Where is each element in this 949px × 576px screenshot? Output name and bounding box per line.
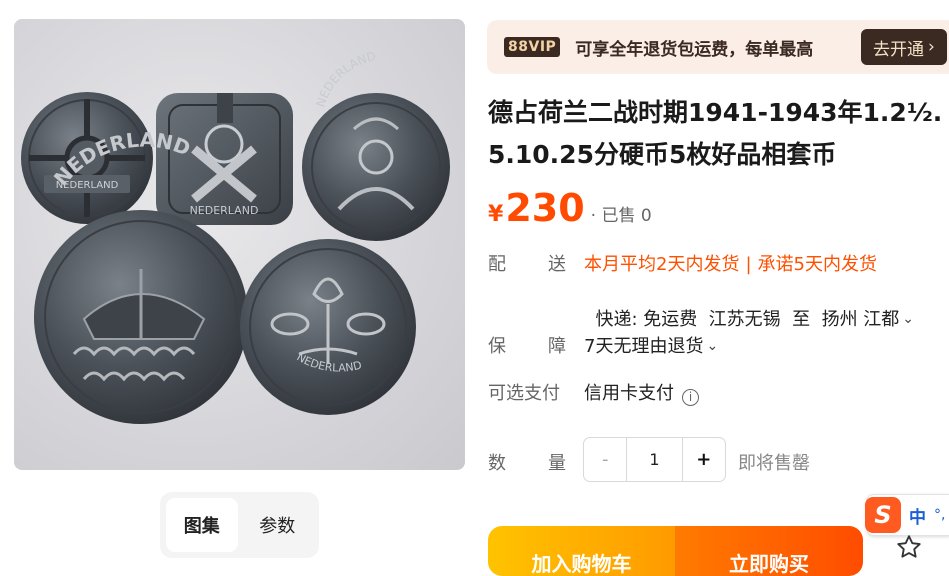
quantity-increment-button[interactable]: +: [683, 438, 725, 481]
shipping-promise-commit: 承诺5天内发货: [757, 254, 877, 275]
shipping-label: 配 送: [488, 250, 566, 276]
quantity-stepper: - 1 +: [583, 437, 726, 482]
ime-logo-icon: S: [865, 497, 901, 533]
currency-symbol: ¥: [488, 202, 504, 227]
coin-5-twenty-five-cent: NEDERLAND: [240, 239, 416, 415]
purchase-actions: 加入购物车 立即购买: [488, 526, 863, 576]
price-row: ¥ 230 · 已售 0: [488, 186, 652, 236]
quantity-input[interactable]: 1: [626, 438, 683, 481]
ime-language-toggle[interactable]: 中: [909, 503, 926, 528]
product-main-image[interactable]: NEDERLAND NEDERLAND NEDERLAND NEDERLAND …: [14, 19, 465, 470]
shipping-detail-text: 快递: 免运费 江苏无锡 至 扬州 江都: [595, 309, 900, 330]
shipping-promise: 本月平均2天内发货 | 承诺5天内发货: [584, 250, 877, 276]
svg-text:NEDERLAND: NEDERLAND: [190, 204, 259, 217]
promise-separator: |: [745, 254, 752, 275]
tab-gallery[interactable]: 图集: [166, 498, 238, 552]
payment-method: 信用卡支付: [584, 383, 674, 404]
product-title-line-1: 德占荷兰二战时期1941-1943年1.2½.: [488, 98, 943, 127]
gallery-tab-switcher: 图集 参数: [160, 492, 319, 558]
payment-label: 可选支付: [488, 383, 560, 404]
tab-params[interactable]: 参数: [242, 498, 314, 552]
coin-3-five-cent: NEDERLAND: [302, 49, 450, 241]
quantity-label: 数 量: [488, 449, 566, 475]
add-to-cart-button[interactable]: 加入购物车: [488, 526, 675, 576]
guarantee-value[interactable]: 7天无理由退货 ⌄: [584, 332, 718, 358]
coins-photo: NEDERLAND NEDERLAND NEDERLAND NEDERLAND …: [21, 49, 450, 424]
stock-status: 即将售罄: [738, 453, 810, 474]
vip-banner: 88VIP 可享全年退货包运费，每单最高 去开通 ›: [487, 20, 949, 74]
guarantee-label-b: 障: [548, 336, 566, 357]
price-value: 230: [505, 186, 585, 230]
sold-count: · 已售 0: [590, 206, 652, 226]
shipping-label-b: 送: [548, 254, 566, 275]
quantity-label-a: 数: [488, 453, 506, 474]
vip-open-label: 去开通: [873, 39, 924, 60]
star-icon[interactable]: [895, 533, 923, 561]
buy-now-button[interactable]: 立即购买: [675, 526, 863, 576]
chevron-down-icon: ⌄: [706, 338, 719, 354]
vip-benefit-text: 可享全年退货包运费，每单最高: [575, 39, 814, 60]
product-title: 德占荷兰二战时期1941-1943年1.2½. 5.10.25分硬币5枚好品相套…: [488, 92, 949, 176]
guarantee-text: 7天无理由退货: [584, 336, 704, 357]
ime-punctuation-toggle[interactable]: °,: [934, 507, 945, 523]
payment-value: 信用卡支付 i: [584, 379, 699, 406]
product-title-line-2: 5.10.25分硬币5枚好品相套币: [488, 140, 837, 169]
info-icon[interactable]: i: [682, 388, 699, 406]
quantity-label-b: 量: [548, 453, 566, 474]
guarantee-label: 保 障: [488, 332, 566, 358]
guarantee-label-a: 保: [488, 336, 506, 357]
shipping-label-a: 配: [488, 254, 506, 275]
vip-badge: 88VIP: [504, 37, 561, 57]
coin-2-square: NEDERLAND: [156, 93, 293, 225]
chevron-down-icon: ⌄: [902, 311, 915, 327]
vip-open-button[interactable]: 去开通 ›: [861, 29, 947, 65]
chevron-right-icon: ›: [928, 37, 935, 57]
shipping-detail[interactable]: 快递: 免运费 江苏无锡 至 扬州 江都 ⌄: [584, 284, 914, 331]
ime-toolbar[interactable]: S 中 °,: [865, 494, 949, 536]
shipping-promise-avg: 本月平均2天内发货: [584, 254, 740, 275]
quantity-decrement-button[interactable]: -: [584, 438, 626, 481]
